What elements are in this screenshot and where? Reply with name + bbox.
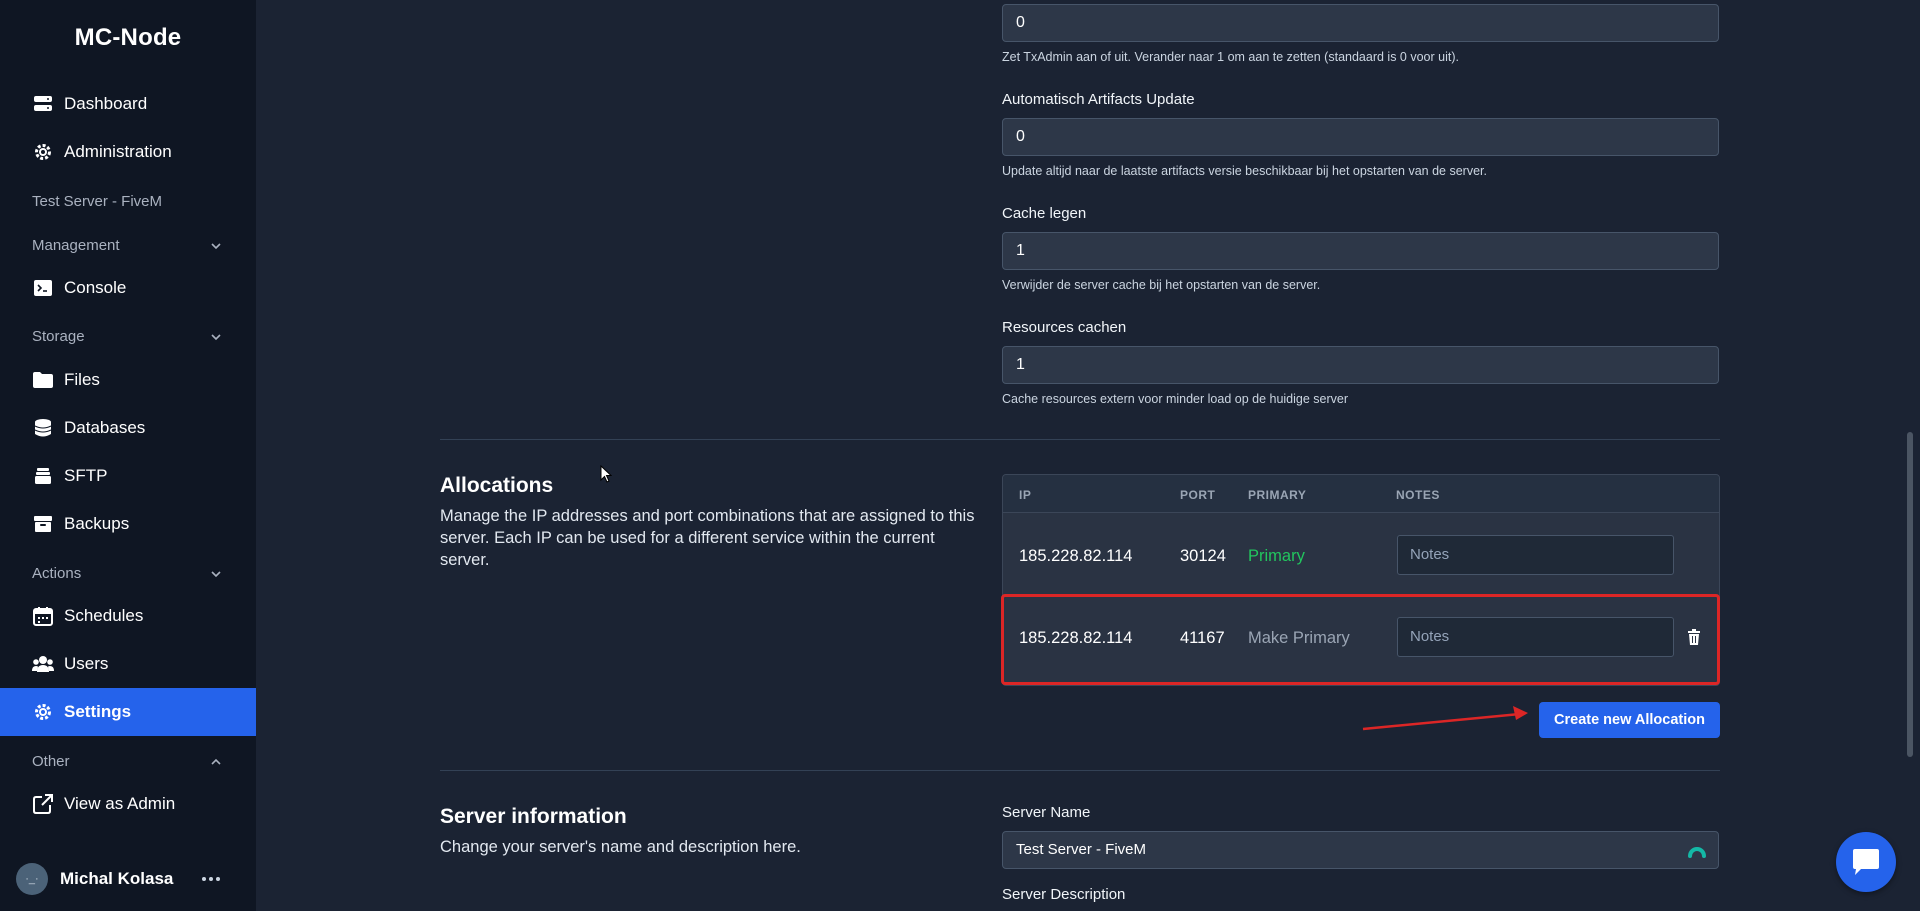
sidebar-item-console[interactable]: Console [0, 264, 256, 312]
sidebar-item-databases[interactable]: Databases [0, 404, 256, 452]
server-name-value: Test Server - FiveM [1016, 841, 1147, 858]
sidebar-item-label: Settings [64, 702, 132, 721]
server-name-label: Server Name [1002, 804, 1091, 821]
chat-button[interactable] [1836, 832, 1896, 892]
user-name: Michal Kolasa [60, 869, 174, 888]
sidebar-item-label: View as Admin [64, 794, 176, 813]
sidebar-item-administration[interactable]: Administration [0, 128, 256, 176]
sidebar-item-files[interactable]: Files [0, 356, 256, 404]
server-name-field[interactable]: Test Server - FiveM [1002, 831, 1719, 869]
cache-field[interactable]: 1 [1002, 232, 1719, 270]
sidebar: MC-Node Dashboard Administration Test Se… [0, 0, 256, 911]
mouse-cursor-icon [600, 465, 612, 483]
server-description-label: Server Description [1002, 886, 1126, 903]
server-stack-icon [32, 93, 54, 115]
section-management[interactable]: Management [32, 237, 120, 254]
chevron-down-icon[interactable] [209, 567, 223, 581]
header-primary: PRIMARY [1248, 488, 1307, 502]
section-storage[interactable]: Storage [32, 328, 85, 345]
row-ip: 185.228.82.114 [1019, 547, 1133, 565]
chat-icon [1853, 849, 1879, 875]
row-port: 30124 [1180, 547, 1226, 565]
gear-icon [32, 701, 54, 723]
user-menu[interactable]: ·_· Michal Kolasa [16, 862, 240, 896]
folder-icon [32, 369, 54, 391]
sidebar-item-label: Files [64, 370, 100, 389]
loading-spinner-icon [1688, 847, 1706, 858]
create-allocation-button[interactable]: Create new Allocation [1539, 702, 1720, 738]
brand-logo[interactable]: MC-Node [0, 24, 256, 52]
sidebar-item-backups[interactable]: Backups [0, 500, 256, 548]
database-icon [32, 417, 54, 439]
primary-badge: Primary [1248, 547, 1305, 565]
scrollbar-thumb[interactable] [1907, 432, 1913, 757]
allocations-description: Manage the IP addresses and port combina… [440, 507, 975, 569]
section-actions[interactable]: Actions [32, 565, 81, 582]
header-ip: IP [1019, 488, 1032, 502]
sidebar-item-label: Console [64, 278, 127, 297]
sidebar-item-label: Schedules [64, 606, 144, 625]
sidebar-item-label: Backups [64, 514, 130, 533]
sidebar-item-users[interactable]: Users [0, 640, 256, 688]
header-port: PORT [1180, 488, 1216, 502]
gear-icon [32, 141, 54, 163]
resources-label: Resources cachen [1002, 319, 1127, 336]
section-other[interactable]: Other [32, 753, 70, 770]
sidebar-item-label: Administration [64, 142, 172, 161]
sidebar-item-label: Dashboard [64, 94, 148, 113]
chevron-down-icon[interactable] [209, 330, 223, 344]
sidebar-item-label: Users [64, 654, 109, 673]
notes-input[interactable]: Notes [1397, 535, 1674, 575]
txadmin-field[interactable]: 0 [1002, 4, 1719, 42]
sidebar-item-label: SFTP [64, 466, 108, 485]
chevron-down-icon[interactable] [209, 239, 223, 253]
chevron-up-icon[interactable] [209, 755, 223, 769]
txadmin-help: Zet TxAdmin aan of uit. Verander naar 1 … [1002, 50, 1459, 64]
header-notes: NOTES [1396, 488, 1440, 502]
resources-field[interactable]: 1 [1002, 346, 1719, 384]
cache-help: Verwijder de server cache bij het opstar… [1002, 278, 1321, 292]
server-info-description: Change your server's name and descriptio… [440, 838, 801, 856]
section-divider [440, 439, 1720, 440]
resources-help: Cache resources extern voor minder load … [1002, 392, 1349, 406]
sidebar-item-label: Databases [64, 418, 146, 437]
table-header: IP PORT PRIMARY NOTES [1003, 475, 1719, 513]
users-icon [32, 653, 54, 675]
allocations-title: Allocations [440, 474, 554, 497]
external-link-icon [32, 793, 54, 815]
artifacts-field[interactable]: 0 [1002, 118, 1719, 156]
annotation-arrow [1362, 706, 1528, 731]
server-name-label: Test Server - FiveM [32, 193, 163, 210]
sidebar-item-sftp[interactable]: SFTP [0, 452, 256, 500]
sidebar-item-dashboard[interactable]: Dashboard [0, 80, 256, 128]
sidebar-item-view-as-admin[interactable]: View as Admin [0, 780, 256, 828]
archive-icon [32, 513, 54, 535]
highlight-box [1001, 594, 1720, 685]
calendar-icon [32, 605, 54, 627]
cache-label: Cache legen [1002, 205, 1087, 222]
section-divider [440, 770, 1720, 771]
terminal-icon [32, 277, 54, 299]
sidebar-item-schedules[interactable]: Schedules [0, 592, 256, 640]
more-options-icon[interactable] [202, 870, 220, 888]
artifacts-help: Update altijd naar de laatste artifacts … [1002, 164, 1487, 178]
avatar: ·_· [16, 863, 48, 895]
sidebar-item-settings[interactable]: Settings [0, 688, 256, 736]
stack-icon [32, 465, 54, 487]
server-info-title: Server information [440, 805, 627, 828]
artifacts-label: Automatisch Artifacts Update [1002, 91, 1195, 108]
